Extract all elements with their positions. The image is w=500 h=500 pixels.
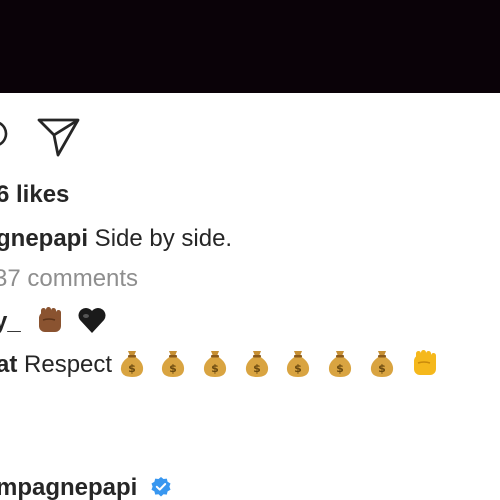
black-heart-emoji-icon — [78, 308, 106, 333]
raised-fist-emoji-icon — [414, 350, 437, 375]
comment-icon[interactable] — [0, 118, 10, 150]
money-bag-emoji-icon: $ — [329, 351, 352, 377]
verified-badge-icon — [151, 477, 171, 497]
money-bag-emoji-icon: $ — [245, 351, 268, 377]
author-username[interactable]: mpagnepapi — [0, 474, 137, 500]
svg-text:$: $ — [170, 362, 178, 375]
comment-row: at Respect $ $ $ $ $ $ $ — [0, 348, 440, 380]
raised-fist-emoji-icon — [39, 307, 62, 332]
money-bag-emoji-icon: $ — [370, 351, 393, 377]
svg-text:$: $ — [128, 362, 136, 375]
svg-text:$: $ — [336, 362, 344, 375]
comment-username[interactable]: at — [0, 351, 17, 378]
caption-text: Side by side. — [88, 225, 233, 252]
author-row: mpagnepapi — [0, 474, 172, 500]
post-frame: 6 likes gnepapi Side by side. 37 comment… — [0, 0, 500, 500]
comment-row: y_ — [0, 305, 108, 337]
comment-username[interactable]: y_ — [0, 308, 21, 335]
svg-text:$: $ — [211, 362, 219, 375]
money-bag-emoji-icon: $ — [162, 351, 185, 377]
money-bag-emoji-icon: $ — [203, 351, 227, 377]
post-caption: gnepapi Side by side. — [0, 224, 232, 254]
share-icon[interactable] — [36, 116, 82, 158]
likes-count[interactable]: 6 likes — [0, 180, 69, 210]
post-media[interactable] — [0, 0, 500, 93]
money-bag-emoji-icon: $ — [120, 351, 143, 377]
svg-text:$: $ — [378, 362, 386, 375]
post-action-bar — [0, 112, 500, 160]
comment-text: Respect — [17, 351, 119, 378]
caption-username[interactable]: gnepapi — [0, 225, 88, 252]
view-all-comments-link[interactable]: 37 comments — [0, 264, 138, 294]
svg-text:$: $ — [253, 362, 261, 375]
svg-text:$: $ — [295, 362, 303, 375]
money-bag-emoji-icon: $ — [287, 351, 310, 377]
